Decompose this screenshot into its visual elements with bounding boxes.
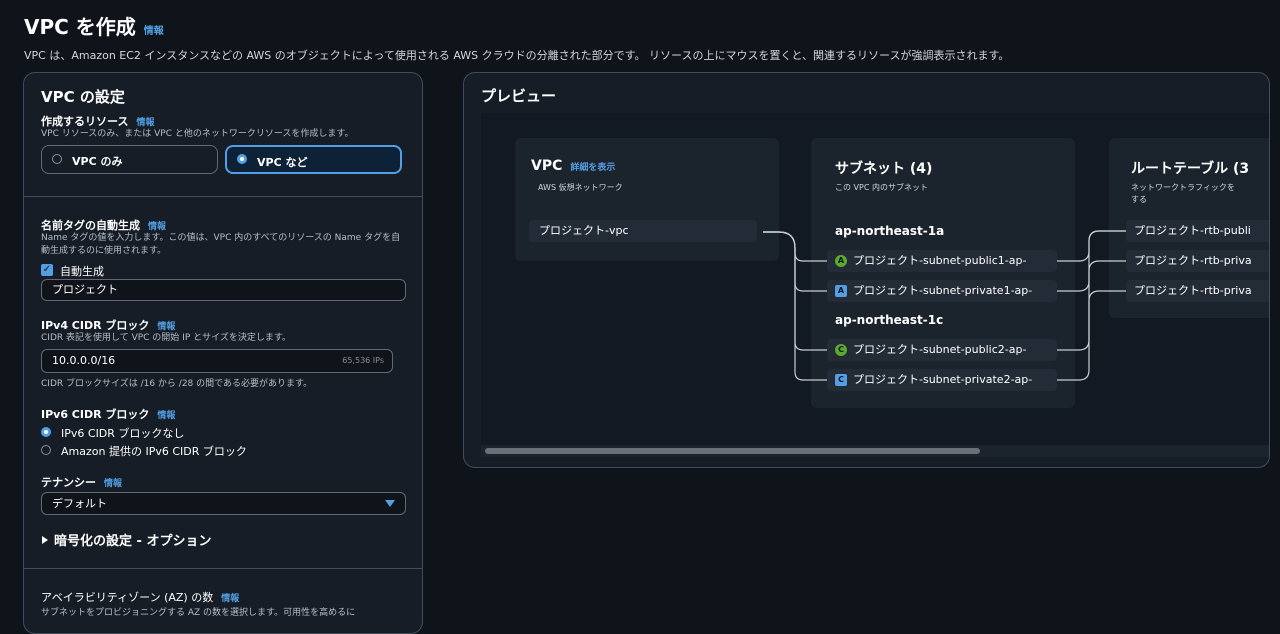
ipv4-constraint: CIDR ブロックサイズは /16 から /28 の間である必要があります。 (41, 379, 313, 389)
info-link[interactable]: 情報 (221, 594, 239, 604)
caret-down-icon (385, 500, 395, 507)
ipv4-hint: CIDR 表記を使用して VPC の開始 IP とサイズを決定します。 (41, 333, 291, 343)
radio-vpc-more[interactable]: VPC など (225, 145, 402, 174)
ipv4-cidr-value: 10.0.0.0/16 (52, 354, 116, 367)
info-link[interactable]: 情報 (144, 26, 164, 37)
name-tag-label: 名前タグの自動生成 情報 (41, 217, 166, 233)
info-link[interactable]: 情報 (136, 118, 154, 128)
tenancy-label-text: テナンシー (41, 476, 96, 489)
auto-generate-checkbox[interactable]: ✓ (41, 264, 53, 276)
ipv4-label: IPv4 CIDR ブロック 情報 (41, 317, 175, 333)
page-title-text: VPC を作成 (24, 15, 136, 39)
encryption-label: 暗号化の設定 - オプション (54, 534, 212, 549)
horizontal-scrollbar[interactable] (481, 445, 1269, 457)
name-tag-label-text: 名前タグの自動生成 (41, 219, 140, 232)
radio-circle-selected (237, 154, 247, 164)
ipv6-label: IPv6 CIDR ブロック 情報 (41, 406, 175, 422)
connector-lines (763, 230, 1126, 381)
tenancy-value: デフォルト (52, 497, 107, 510)
radio-ipv6-none[interactable]: IPv6 CIDR ブロックなし (41, 425, 241, 440)
info-link[interactable]: 情報 (157, 411, 175, 421)
link-public1-rtb (1057, 230, 1126, 262)
az-label-text: アベイラビリティゾーン (AZ) の数 (41, 591, 214, 604)
section-title: VPC の設定 (41, 88, 125, 106)
auto-generate-label: 自動生成 (60, 265, 104, 278)
radio-label: VPC のみ (72, 155, 123, 168)
link-vpc-private2 (763, 231, 827, 381)
ipv6-label-text: IPv6 CIDR ブロック (41, 408, 150, 421)
link-private1-rtb (1057, 260, 1126, 292)
page-description: VPC は、Amazon EC2 インスタンスなどの AWS のオブジェクトによ… (24, 49, 1010, 62)
radio-circle (52, 154, 62, 164)
preview-panel: プレビュー VPC 詳細を表示 AWS 仮想ネットワーク プロジェクト-vpc サ… (463, 72, 1270, 468)
link-private2-rtb (1057, 290, 1126, 381)
ipv4-cidr-input[interactable]: 10.0.0.0/16 65,536 IPs (41, 349, 393, 373)
preview-title: プレビュー (481, 87, 557, 105)
name-tag-input[interactable]: プロジェクト (41, 279, 406, 301)
ip-count: 65,536 IPs (342, 356, 384, 365)
tenancy-label: テナンシー 情報 (41, 474, 122, 490)
info-link[interactable]: 情報 (104, 479, 122, 489)
page-title: VPC を作成 情報 (24, 11, 164, 40)
resources-hint: VPC リソースのみ、または VPC と他のネットワークリソースを作成します。 (41, 129, 354, 139)
info-link[interactable]: 情報 (148, 222, 166, 232)
radio-circle (41, 445, 51, 455)
encryption-expander[interactable]: 暗号化の設定 - オプション (42, 530, 211, 549)
radio-vpc-only[interactable]: VPC のみ (41, 145, 218, 174)
vpc-settings-panel: VPC の設定 作成するリソース 情報 VPC リソースのみ、または VPC と他… (23, 72, 423, 634)
scrollbar-thumb[interactable] (485, 448, 980, 454)
radio-circle-selected (41, 427, 51, 437)
radio-ipv6-amazon[interactable]: Amazon 提供の IPv6 CIDR ブロック (41, 443, 301, 458)
resources-label-text: 作成するリソース (41, 115, 129, 128)
az-label: アベイラビリティゾーン (AZ) の数 情報 (41, 589, 239, 605)
ipv4-label-text: IPv4 CIDR ブロック (41, 319, 150, 332)
resources-label: 作成するリソース 情報 (41, 113, 154, 129)
az-hint: サブネットをプロビジョニングする AZ の数を選択します。可用性を高めるに (41, 608, 356, 618)
radio-label: Amazon 提供の IPv6 CIDR ブロック (61, 445, 247, 458)
name-tag-hint: Name タグの値を入力します。この値は、VPC 内のすべてのリソースの Nam… (41, 233, 401, 256)
info-link[interactable]: 情報 (157, 322, 175, 332)
divider (24, 196, 422, 197)
radio-label: IPv6 CIDR ブロックなし (61, 427, 185, 440)
divider (24, 568, 422, 569)
caret-right-icon (42, 536, 48, 544)
radio-label: VPC など (257, 156, 308, 169)
tenancy-select[interactable]: デフォルト (41, 492, 406, 515)
preview-canvas[interactable]: VPC 詳細を表示 AWS 仮想ネットワーク プロジェクト-vpc サブネット (… (481, 113, 1269, 457)
